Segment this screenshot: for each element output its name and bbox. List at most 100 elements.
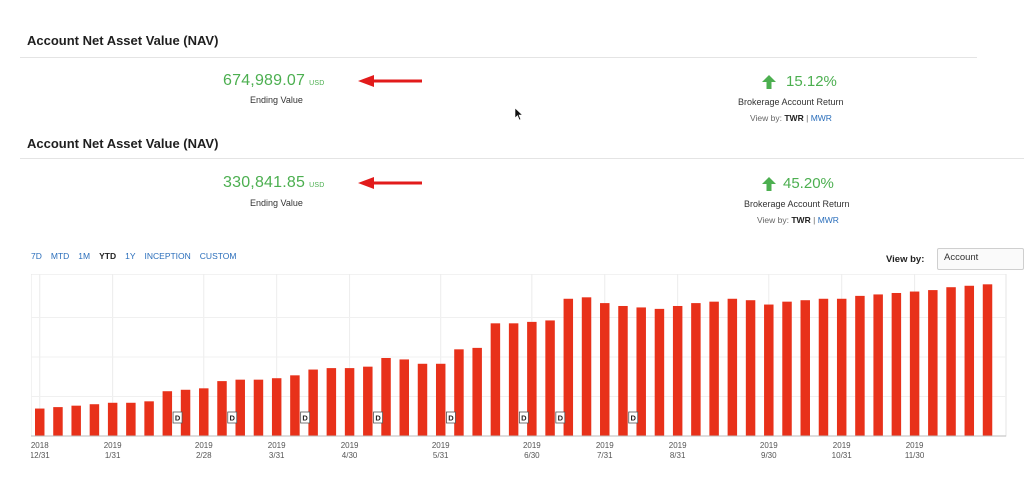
section1-ending-amount: 674,989.07 (223, 72, 306, 89)
dividend-marker-label: D (375, 414, 381, 423)
tab-1m[interactable]: 1M (78, 251, 90, 261)
chart-bar[interactable] (581, 297, 592, 436)
chart-bar[interactable] (855, 295, 865, 436)
chart-bar[interactable] (89, 404, 100, 436)
chart-bar[interactable] (618, 305, 628, 436)
chart-bar[interactable] (691, 303, 701, 436)
section1-return-value: 15.12% (786, 73, 837, 90)
tab-ytd[interactable]: YTD (99, 251, 116, 261)
section1-currency: USD (309, 80, 325, 87)
chart-bar[interactable] (545, 320, 555, 436)
x-tick-label: 2019 (523, 441, 541, 450)
chart-bar[interactable] (873, 294, 883, 436)
mwr-link[interactable]: MWR (818, 215, 839, 225)
x-tick-label: 2018 (31, 441, 49, 450)
tab-7d[interactable]: 7D (31, 251, 42, 261)
chart-bar[interactable] (199, 388, 209, 436)
tab-custom[interactable]: CUSTOM (200, 251, 237, 261)
chart-bar[interactable] (472, 347, 482, 436)
chart-bar[interactable] (946, 287, 956, 436)
dividend-marker[interactable]: D (555, 411, 566, 424)
chart-bar[interactable] (727, 298, 738, 436)
x-tick-label: 11/30 (905, 451, 925, 460)
x-tick-label: 1/31 (105, 451, 121, 460)
chart-bar[interactable] (71, 405, 81, 436)
chart-bar[interactable] (399, 359, 410, 436)
view-by-prefix: View by: (750, 113, 782, 123)
section1-panel (20, 57, 977, 130)
chart-bar[interactable] (891, 292, 902, 436)
chart-bar[interactable] (928, 290, 938, 436)
x-tick-label: 2019 (760, 441, 778, 450)
x-tick-label: 6/30 (524, 451, 540, 460)
chart-bar[interactable] (836, 298, 847, 436)
x-tick-label: 4/30 (342, 451, 358, 460)
dividend-marker[interactable]: D (172, 411, 183, 424)
section1-view-by: View by: TWR | MWR (750, 113, 832, 123)
dividend-marker[interactable]: D (300, 411, 311, 424)
chart-bar[interactable] (818, 298, 829, 436)
nav-bar-chart: D D D D D D D D201812/3120191/3120192/2820193/3… (31, 274, 1007, 460)
dividend-marker[interactable]: D (446, 411, 456, 424)
chart-bar[interactable] (290, 375, 300, 436)
chart-bar[interactable] (964, 285, 975, 436)
section1-ending-value: 674,989.07 USD (223, 72, 324, 90)
chart-bar[interactable] (782, 301, 792, 436)
chart-bar[interactable] (672, 305, 683, 436)
section2-ending-amount: 330,841.85 (223, 174, 306, 191)
chart-bar[interactable] (435, 363, 446, 436)
chart-bar[interactable] (800, 300, 810, 436)
tab-inception[interactable]: INCEPTION (145, 251, 191, 261)
chart-bar[interactable] (745, 300, 756, 436)
section2-title: Account Net Asset Value (NAV) (27, 136, 219, 151)
x-tick-label: 2019 (341, 441, 359, 450)
chart-bar[interactable] (654, 308, 665, 436)
tab-mtd[interactable]: MTD (51, 251, 69, 261)
x-tick-label: 5/31 (433, 451, 449, 460)
chart-bar[interactable] (308, 369, 318, 436)
view-by-label: View by: (886, 254, 925, 265)
x-tick-label: 2019 (669, 441, 687, 450)
chart-bar[interactable] (909, 291, 920, 436)
chart-bar[interactable] (35, 408, 45, 436)
mwr-link[interactable]: MWR (811, 113, 832, 123)
chart-bar[interactable] (144, 401, 154, 436)
section2-currency: USD (309, 182, 325, 189)
chart-bar[interactable] (417, 363, 428, 436)
dividend-marker[interactable]: D (628, 411, 639, 424)
chart-bar[interactable] (363, 366, 373, 436)
chart-bar[interactable] (600, 303, 610, 436)
dividend-marker[interactable]: D (518, 411, 529, 424)
chart-bar[interactable] (344, 368, 355, 436)
dividend-marker[interactable]: D (227, 411, 238, 424)
chart-bar[interactable] (490, 323, 501, 436)
chart-bar[interactable] (217, 381, 227, 436)
dividend-marker[interactable]: D (373, 411, 383, 424)
chart-bar[interactable] (126, 402, 136, 436)
section2-panel (20, 158, 1024, 234)
chart-bar[interactable] (53, 407, 63, 436)
tab-1y[interactable]: 1Y (125, 251, 135, 261)
chart-bar[interactable] (381, 357, 391, 436)
chart-bar[interactable] (709, 301, 719, 436)
chart-bar[interactable] (235, 379, 245, 436)
section2-view-by: View by: TWR | MWR (757, 215, 839, 225)
dividend-marker-label: D (448, 414, 454, 423)
view-by-separator: | (813, 215, 816, 225)
chart-bar[interactable] (253, 379, 264, 436)
chart-bar[interactable] (508, 323, 519, 436)
view-by-select[interactable]: Account (937, 248, 1024, 270)
chart-bar[interactable] (764, 304, 774, 436)
chart-bar[interactable] (326, 368, 337, 436)
twr-link[interactable]: TWR (784, 113, 803, 123)
chart-bar[interactable] (162, 391, 173, 436)
chart-bar[interactable] (271, 378, 282, 436)
section2-ending-value: 330,841.85 USD (223, 174, 324, 192)
section2-return-value: 45.20% (783, 175, 834, 192)
period-tabs: 7D MTD 1M YTD 1Y INCEPTION CUSTOM (31, 251, 245, 261)
twr-link[interactable]: TWR (791, 215, 810, 225)
chart-bar[interactable] (107, 402, 118, 436)
green-up-arrow-icon (762, 177, 776, 191)
chart-bar[interactable] (982, 284, 993, 436)
dividend-marker-label: D (302, 414, 308, 423)
